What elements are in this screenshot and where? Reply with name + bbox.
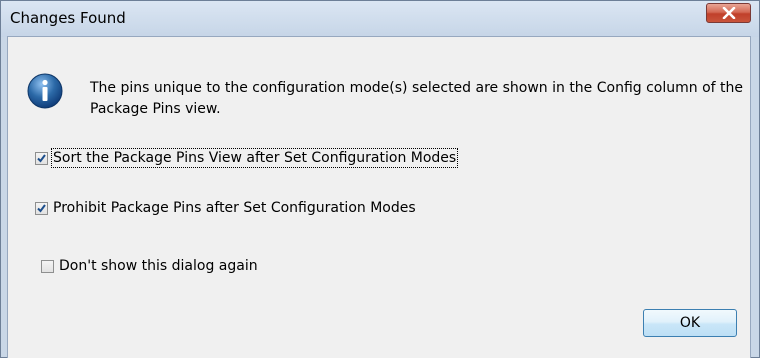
option-sort-package-pins[interactable]: Sort the Package Pins View after Set Con… (35, 148, 459, 168)
close-icon (722, 7, 736, 19)
info-icon (27, 73, 63, 109)
title-bar[interactable]: Changes Found (1, 1, 759, 37)
sort-checkbox[interactable] (35, 151, 48, 165)
checkmark-icon (37, 153, 46, 163)
dialog-title: Changes Found (10, 9, 126, 27)
prohibit-checkbox-label[interactable]: Prohibit Package Pins after Set Configur… (53, 200, 416, 216)
checkmark-icon (37, 203, 46, 213)
ok-button[interactable]: OK (643, 309, 737, 337)
sort-checkbox-label[interactable]: Sort the Package Pins View after Set Con… (50, 148, 459, 168)
option-dont-show-again[interactable]: Don't show this dialog again (41, 258, 258, 274)
message-text: The pins unique to the configuration mod… (90, 80, 744, 117)
close-button[interactable] (706, 3, 751, 23)
option-prohibit-package-pins[interactable]: Prohibit Package Pins after Set Configur… (35, 200, 416, 216)
prohibit-checkbox[interactable] (35, 201, 48, 215)
dont-show-checkbox-label[interactable]: Don't show this dialog again (59, 258, 258, 274)
dont-show-checkbox[interactable] (41, 259, 54, 273)
